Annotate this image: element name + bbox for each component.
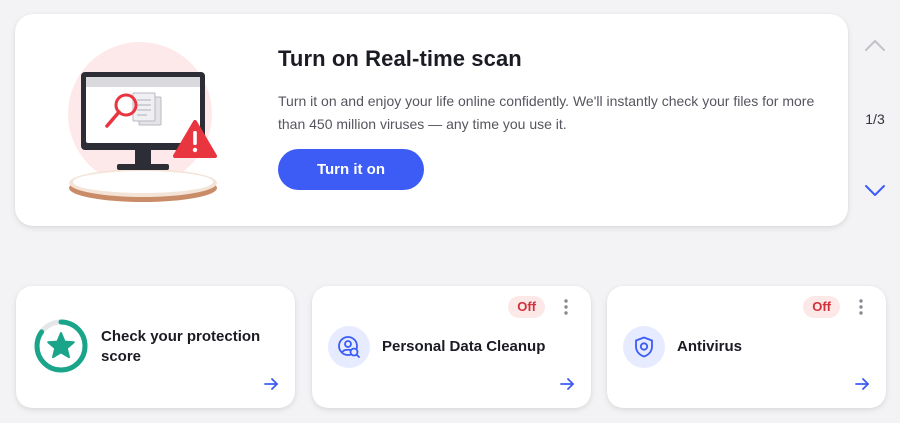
person-search-icon	[328, 326, 370, 368]
card-title: Check your protection score	[101, 328, 261, 365]
turn-it-on-button[interactable]: Turn it on	[278, 149, 424, 190]
status-badge: Off	[508, 296, 545, 318]
star-score-ring-icon	[33, 318, 89, 374]
card-title: Antivirus	[677, 338, 743, 355]
arrow-right-icon[interactable]	[559, 376, 575, 392]
carousel-pager: 1/3	[855, 30, 895, 210]
arrow-right-icon[interactable]	[854, 376, 870, 392]
protection-score-card[interactable]: Check your protection score	[16, 286, 295, 408]
card-title: Personal Data Cleanup	[382, 338, 546, 355]
more-vertical-icon[interactable]	[856, 298, 866, 316]
chevron-up-icon[interactable]	[863, 36, 887, 56]
personal-data-cleanup-card[interactable]: Off Personal Data Cleanup	[312, 286, 591, 408]
status-badge: Off	[803, 296, 840, 318]
hero-description: Turn it on and enjoy your life online co…	[278, 93, 815, 132]
carousel-counter: 1/3	[865, 111, 885, 127]
more-vertical-icon[interactable]	[561, 298, 571, 316]
chevron-down-icon[interactable]	[863, 180, 887, 200]
hero-title: Turn on Real-time scan	[278, 46, 522, 71]
shield-icon	[623, 326, 665, 368]
hero-banner: Turn on Real-time scan Turn it on and en…	[15, 14, 848, 226]
arrow-right-icon[interactable]	[263, 376, 279, 392]
antivirus-card[interactable]: Off Antivirus	[607, 286, 886, 408]
realtime-scan-illustration	[55, 42, 225, 210]
